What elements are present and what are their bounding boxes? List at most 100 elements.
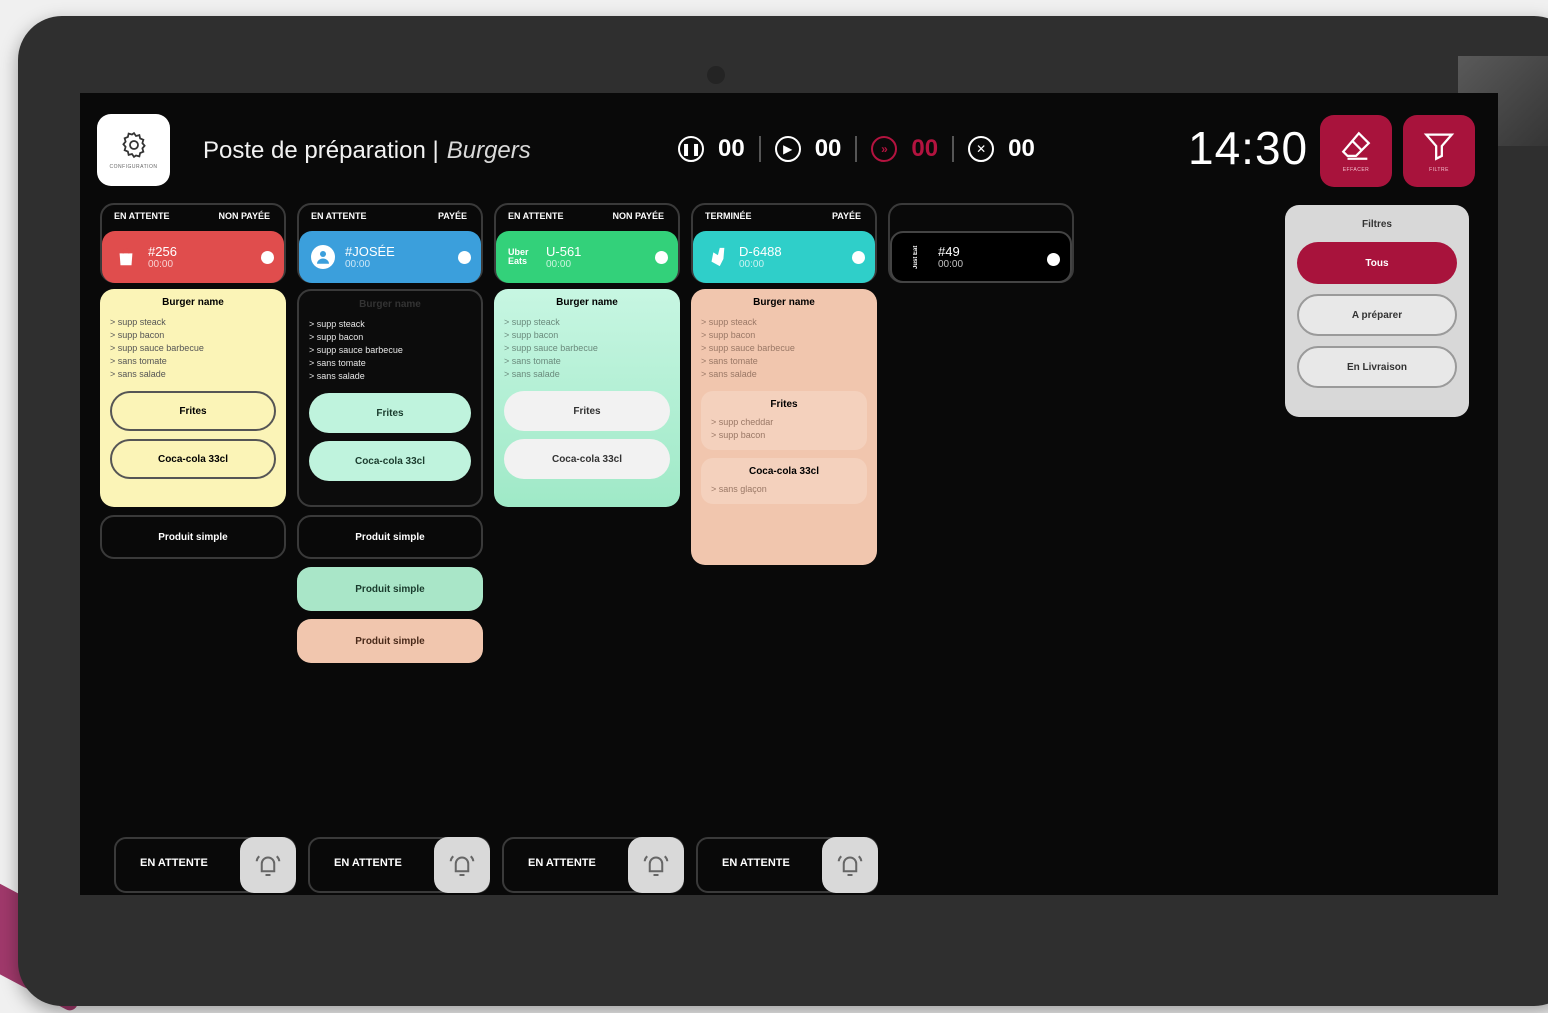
notify-button[interactable] (628, 837, 684, 893)
product-option: supp bacon (309, 331, 471, 344)
payment-status: NON PAYÉE (612, 211, 664, 221)
order-toggle[interactable] (458, 251, 471, 264)
order-header[interactable]: EN ATTENTE PAYÉE #JOSÉE 00:00 (297, 203, 483, 283)
product-option: supp steack (110, 316, 276, 329)
order-header[interactable]: EN ATTENTE NON PAYÉE #256 00:00 (100, 203, 286, 283)
order-column-3: EN ATTENTE NON PAYÉE Uber Eats U-561 00:… (494, 203, 680, 507)
bell-icon (643, 855, 669, 876)
filter-icon (1423, 133, 1455, 161)
counter-paused[interactable]: ❚❚ 00 (678, 135, 745, 163)
product-card[interactable]: Burger name supp steack supp bacon supp … (691, 289, 877, 565)
order-column-5: Just Eat #49 00:00 (888, 203, 1074, 283)
product-option: sans salade (504, 368, 670, 381)
status-bar-4[interactable]: EN ATTENTE (696, 837, 878, 893)
order-toggle[interactable] (852, 251, 865, 264)
product-option: supp sauce barbecue (309, 344, 471, 357)
product-card[interactable]: Burger name supp steack supp bacon supp … (297, 289, 483, 507)
pause-icon: ❚❚ (678, 136, 704, 162)
order-time: 00:00 (739, 258, 765, 270)
counter-late[interactable]: » 00 (871, 135, 938, 163)
notify-button[interactable] (434, 837, 490, 893)
order-column-1: EN ATTENTE NON PAYÉE #256 00:00 Burger n… (100, 203, 286, 559)
subitem-button[interactable]: Coca-cola 33cl (309, 441, 471, 481)
product-card[interactable]: Burger name supp steack supp bacon supp … (494, 289, 680, 507)
payment-status: NON PAYÉE (218, 211, 270, 221)
order-header[interactable]: TERMINÉE PAYÉE D-6488 00:00 (691, 203, 877, 283)
order-header[interactable]: Just Eat #49 00:00 (888, 203, 1074, 283)
product-title: Burger name (753, 297, 815, 308)
counter-cancelled[interactable]: ✕ 00 (968, 135, 1035, 163)
order-header[interactable]: EN ATTENTE NON PAYÉE Uber Eats U-561 00:… (494, 203, 680, 283)
order-toggle[interactable] (1047, 253, 1060, 266)
order-pill[interactable]: Just Eat #49 00:00 (890, 231, 1072, 283)
product-option: sans salade (309, 370, 471, 383)
order-column-2: EN ATTENTE PAYÉE #JOSÉE 00:00 Burger nam… (297, 203, 483, 663)
filter-option-to-prepare[interactable]: A préparer (1297, 294, 1457, 336)
subitem-button[interactable]: Coca-cola 33cl (504, 439, 670, 479)
status-bar-3[interactable]: EN ATTENTE (502, 837, 684, 893)
filter-caption: FILTRE (1429, 167, 1449, 173)
product-option: supp sauce barbecue (110, 342, 276, 355)
order-number: D-6488 (739, 243, 782, 259)
status-bar-2[interactable]: EN ATTENTE (308, 837, 490, 893)
divider (855, 136, 858, 162)
subitem-block[interactable]: Frites supp cheddar supp bacon (701, 391, 867, 450)
status-bar-1[interactable]: EN ATTENTE (114, 837, 296, 893)
product-card[interactable]: Burger name supp steack supp bacon supp … (100, 289, 286, 507)
order-number: #JOSÉE (345, 243, 395, 259)
subitem-block[interactable]: Coca-cola 33cl sans glaçon (701, 458, 867, 504)
product-option: sans tomate (701, 355, 867, 368)
station-name: Burgers (446, 137, 531, 164)
filter-option-all[interactable]: Tous (1297, 242, 1457, 284)
eraser-icon (1341, 131, 1371, 160)
simple-product[interactable]: Produit simple (297, 619, 483, 663)
payment-status: PAYÉE (831, 211, 861, 221)
subitem-button[interactable]: Coca-cola 33cl (110, 439, 276, 479)
filter-option-delivery[interactable]: En Livraison (1297, 346, 1457, 388)
order-toggle[interactable] (261, 251, 274, 264)
product-option: sans salade (110, 368, 276, 381)
product-option: supp bacon (110, 329, 276, 342)
order-pill[interactable]: #JOSÉE 00:00 (299, 231, 481, 283)
bell-icon (837, 855, 863, 876)
order-toggle[interactable] (655, 251, 668, 264)
status-label: EN ATTENTE (140, 857, 208, 869)
order-pill[interactable]: #256 00:00 (102, 231, 284, 283)
order-time: 00:00 (546, 258, 572, 270)
filter-button[interactable]: FILTRE (1403, 115, 1475, 187)
fast-forward-icon: » (871, 136, 898, 162)
product-option: supp steack (701, 316, 867, 329)
order-number: #49 (938, 243, 960, 259)
simple-product[interactable]: Produit simple (100, 515, 286, 559)
product-option: sans tomate (110, 355, 276, 368)
order-time: 00:00 (345, 258, 371, 270)
product-option: sans salade (701, 368, 867, 381)
notify-button[interactable] (240, 837, 296, 893)
notify-button[interactable] (822, 837, 878, 893)
gear-icon (121, 131, 146, 159)
order-number: U-561 (546, 243, 582, 259)
erase-button[interactable]: EFFACER (1320, 115, 1392, 187)
product-option: supp sauce barbecue (701, 342, 867, 355)
counter-playing[interactable]: ▶ 00 (774, 135, 841, 163)
order-status: EN ATTENTE (508, 211, 564, 221)
order-time: 00:00 (148, 258, 174, 270)
product-option: sans tomate (504, 355, 670, 368)
order-status: TERMINÉE (705, 211, 752, 221)
play-icon: ▶ (774, 136, 801, 162)
payment-status: PAYÉE (437, 211, 467, 221)
product-option: supp bacon (701, 329, 867, 342)
user-icon (311, 245, 335, 269)
simple-product[interactable]: Produit simple (297, 567, 483, 611)
status-label: EN ATTENTE (334, 857, 402, 869)
product-title: Burger name (359, 299, 421, 310)
subitem-button[interactable]: Frites (110, 391, 276, 431)
subitem-button[interactable]: Frites (504, 391, 670, 431)
order-pill[interactable]: D-6488 00:00 (693, 231, 875, 283)
simple-product[interactable]: Produit simple (297, 515, 483, 559)
settings-button[interactable]: CONFIGURATION (97, 114, 170, 186)
subitem-button[interactable]: Frites (309, 393, 471, 433)
bag-icon (114, 245, 138, 269)
order-pill[interactable]: Uber Eats U-561 00:00 (496, 231, 678, 283)
product-option: supp sauce barbecue (504, 342, 670, 355)
